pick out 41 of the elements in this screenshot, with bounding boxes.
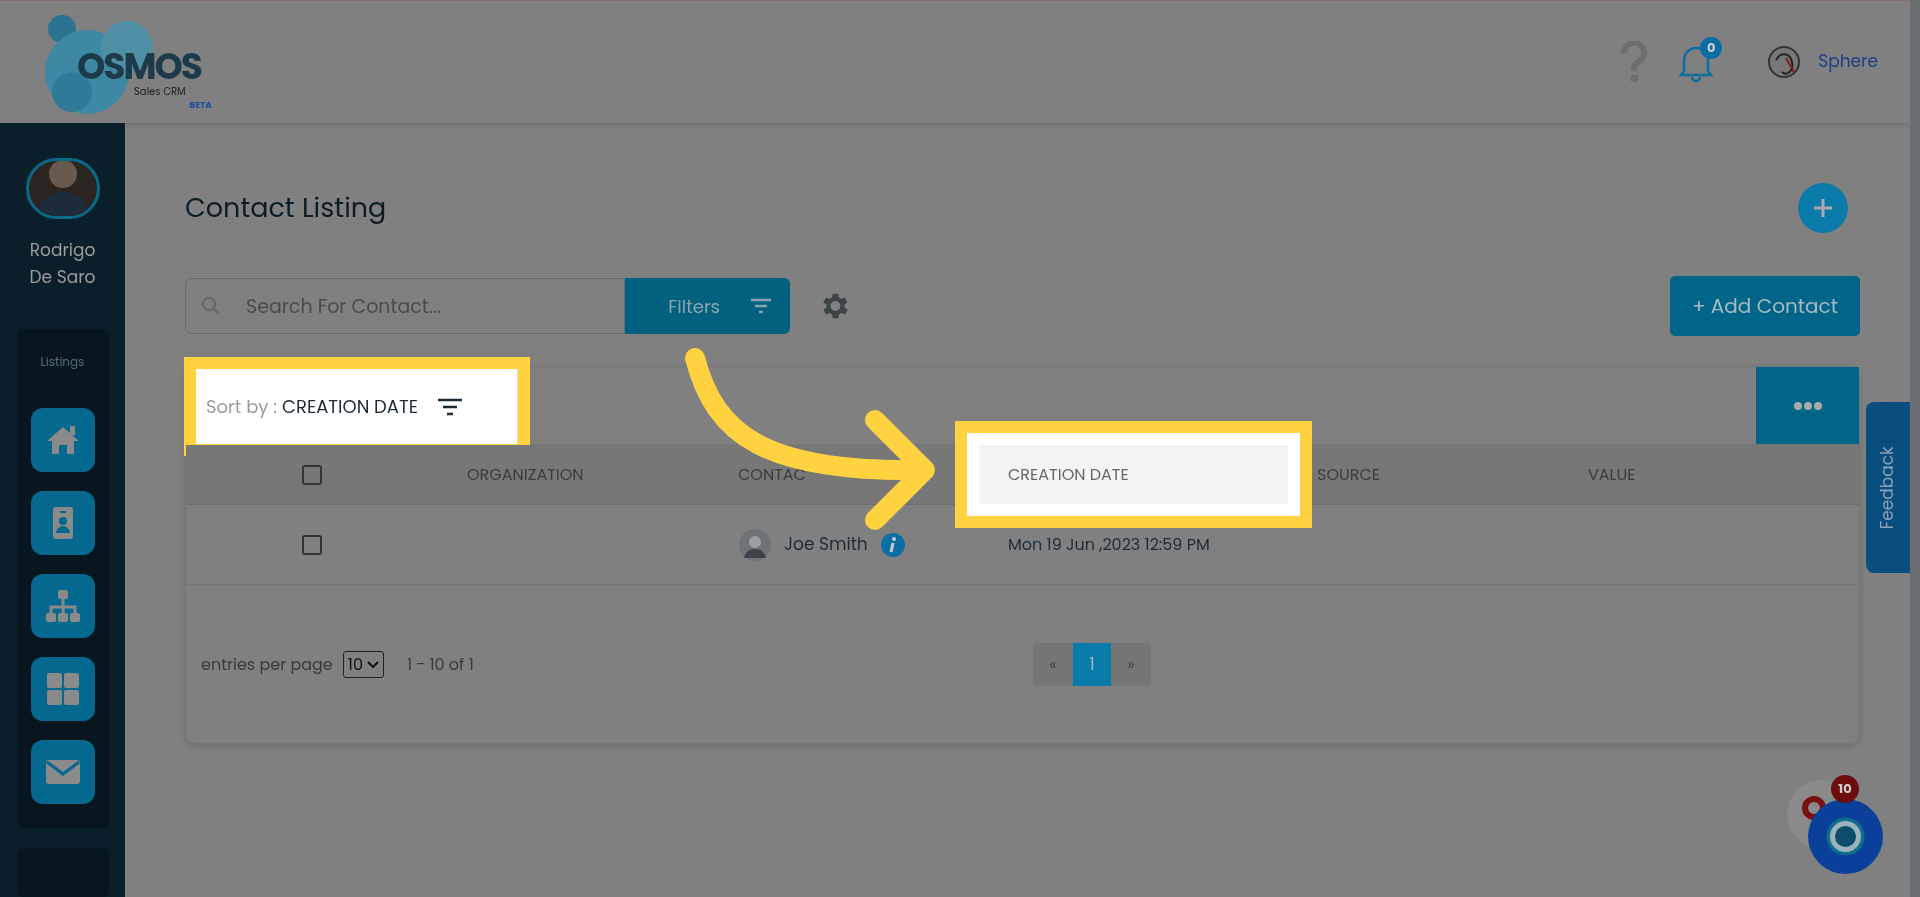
org-chart-icon[interactable] [30, 574, 95, 639]
column-header: CONTAC [737, 461, 807, 488]
add-icon[interactable] [1798, 183, 1848, 233]
mail-icon[interactable] [30, 740, 95, 805]
checkbox[interactable] [302, 464, 322, 485]
page-title: Contact Listing [185, 187, 387, 228]
previous-page-button[interactable]: « [1033, 643, 1073, 686]
page-size-select[interactable]: 10 [342, 651, 384, 678]
contact-name: Joe Smith [784, 531, 868, 558]
add-contact-button[interactable]: + Add Contact [1669, 276, 1860, 336]
grid-icon[interactable] [30, 657, 95, 722]
filter-icon [750, 298, 772, 314]
sort-label: Sort by : [206, 393, 278, 420]
entries-label: entries per page [201, 652, 333, 677]
sort-icon [436, 397, 463, 416]
logo-subtitle: Sales CRM [134, 87, 186, 97]
column-header: ORGANIZATION [466, 461, 585, 488]
contact-card-icon[interactable] [30, 491, 95, 556]
next-page-button[interactable]: » [1111, 643, 1151, 686]
checkbox[interactable] [302, 534, 322, 555]
info-icon[interactable] [879, 531, 906, 558]
home-icon[interactable] [30, 408, 95, 473]
section-label: Listings [40, 353, 85, 372]
feedback-tab[interactable]: Feedback [1866, 402, 1910, 573]
notification-badge: 0 [1700, 37, 1723, 59]
user-link[interactable]: Sphere [1818, 49, 1878, 75]
user-name: Rodrigo De Saro [28, 237, 97, 292]
table-cell-text: Mon 19 Jun ,2023 12:59 PM [1007, 532, 1211, 557]
range-label: 1 - 10 of 1 [406, 652, 474, 677]
beta-label: BETA [189, 101, 212, 110]
sort-value: CREATION DATE [282, 393, 418, 420]
page-button[interactable]: 1 [1073, 643, 1111, 686]
chat-badge: 10 [1831, 775, 1859, 803]
column-header: SOURCE [1316, 461, 1382, 488]
more-icon [1792, 400, 1823, 411]
filters-button[interactable]: Filters [625, 278, 790, 334]
contact-avatar-icon [738, 527, 772, 562]
chevron-down-icon [366, 660, 379, 669]
logo-wordmark: OSMOS [77, 49, 201, 85]
chat-launcher-icon[interactable] [1787, 780, 1883, 874]
column-header: VALUE [1587, 461, 1637, 488]
